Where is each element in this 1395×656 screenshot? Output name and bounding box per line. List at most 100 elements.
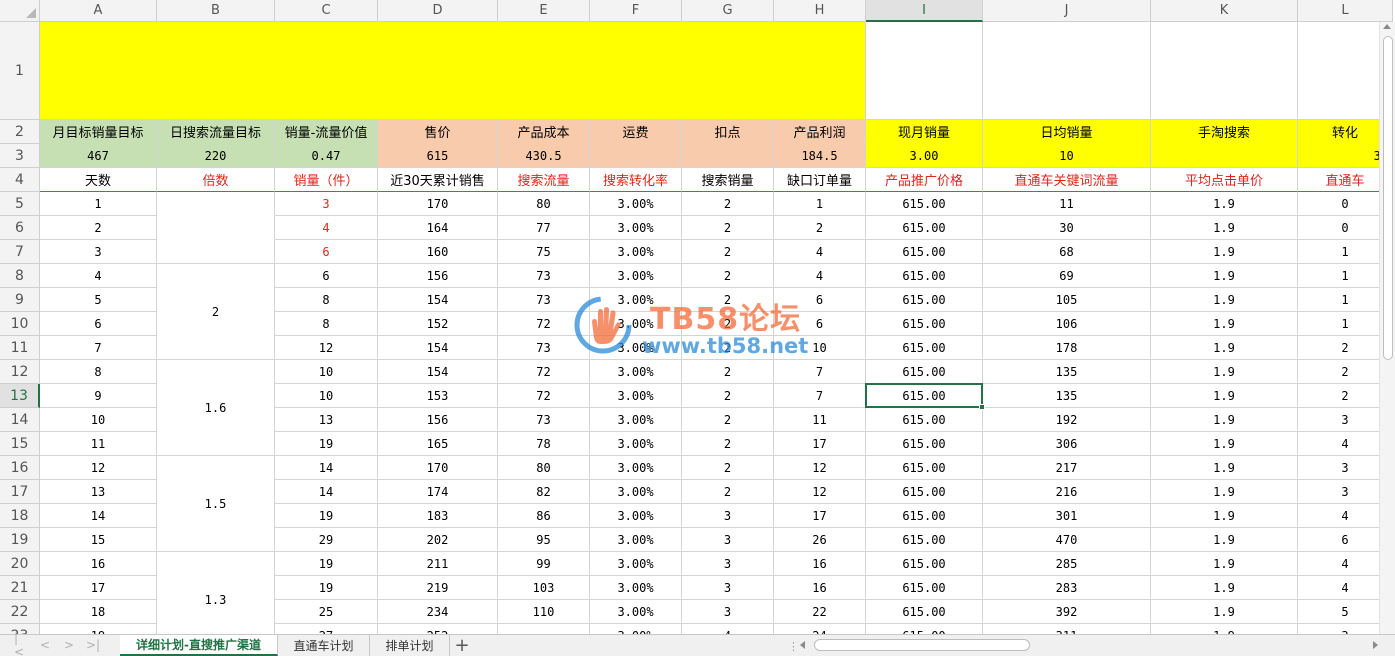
cell-g16[interactable]: 2 bbox=[682, 456, 774, 480]
cell-g23[interactable]: 4 bbox=[682, 624, 774, 634]
cell-h20[interactable]: 16 bbox=[774, 552, 866, 576]
row-header-20[interactable]: 20 bbox=[0, 552, 40, 576]
cell-e6[interactable]: 77 bbox=[498, 216, 590, 240]
cell-g10[interactable]: 2 bbox=[682, 312, 774, 336]
header-label-a2[interactable]: 月目标销量目标 bbox=[40, 120, 157, 144]
cell-f8[interactable]: 3.00% bbox=[590, 264, 682, 288]
cell-e5[interactable]: 80 bbox=[498, 192, 590, 216]
cell-c7[interactable]: 6 bbox=[275, 240, 378, 264]
cell-c17[interactable]: 14 bbox=[275, 480, 378, 504]
cell-c6[interactable]: 4 bbox=[275, 216, 378, 240]
header-value-i3[interactable]: 3.00 bbox=[866, 144, 983, 168]
cell-d10[interactable]: 152 bbox=[378, 312, 498, 336]
row-header-4[interactable]: 4 bbox=[0, 168, 40, 192]
cell-e18[interactable]: 86 bbox=[498, 504, 590, 528]
cell-k14[interactable]: 1.9 bbox=[1151, 408, 1298, 432]
cell-e9[interactable]: 73 bbox=[498, 288, 590, 312]
column-title-g[interactable]: 搜索销量 bbox=[682, 168, 774, 192]
cell-a13[interactable]: 9 bbox=[40, 384, 157, 408]
cell-e10[interactable]: 72 bbox=[498, 312, 590, 336]
cell-f16[interactable]: 3.00% bbox=[590, 456, 682, 480]
cell-h8[interactable]: 4 bbox=[774, 264, 866, 288]
row-header-15[interactable]: 15 bbox=[0, 432, 40, 456]
cell-d23[interactable]: 252 bbox=[378, 624, 498, 634]
cell-j11[interactable]: 178 bbox=[983, 336, 1151, 360]
row-header-22[interactable]: 22 bbox=[0, 600, 40, 624]
scroll-right-icon[interactable] bbox=[1373, 641, 1378, 649]
column-header-i[interactable]: I bbox=[866, 0, 983, 22]
cell-e11[interactable]: 73 bbox=[498, 336, 590, 360]
cell-a10[interactable]: 6 bbox=[40, 312, 157, 336]
cell-g15[interactable]: 2 bbox=[682, 432, 774, 456]
cell-j15[interactable]: 306 bbox=[983, 432, 1151, 456]
cell-c5[interactable]: 3 bbox=[275, 192, 378, 216]
cell-a9[interactable]: 5 bbox=[40, 288, 157, 312]
row-header-3[interactable]: 3 bbox=[0, 144, 40, 168]
add-sheet-button[interactable]: + bbox=[450, 635, 474, 656]
row-header-17[interactable]: 17 bbox=[0, 480, 40, 504]
cell-g20[interactable]: 3 bbox=[682, 552, 774, 576]
header-label-d2[interactable]: 售价 bbox=[378, 120, 498, 144]
scroll-left-icon[interactable] bbox=[800, 641, 805, 649]
cell-i9[interactable]: 615.00 bbox=[866, 288, 983, 312]
cell-e8[interactable]: 73 bbox=[498, 264, 590, 288]
row-header-21[interactable]: 21 bbox=[0, 576, 40, 600]
banner-cell-a1[interactable] bbox=[40, 22, 866, 120]
column-header-k[interactable]: K bbox=[1151, 0, 1298, 22]
cell-f12[interactable]: 3.00% bbox=[590, 360, 682, 384]
cell-h14[interactable]: 11 bbox=[774, 408, 866, 432]
cell-a8[interactable]: 4 bbox=[40, 264, 157, 288]
cell-g7[interactable]: 2 bbox=[682, 240, 774, 264]
cell-i22[interactable]: 615.00 bbox=[866, 600, 983, 624]
cell-k20[interactable]: 1.9 bbox=[1151, 552, 1298, 576]
cell-j12[interactable]: 135 bbox=[983, 360, 1151, 384]
header-label-k2[interactable]: 手淘搜索 bbox=[1151, 120, 1298, 144]
cell-h11[interactable]: 10 bbox=[774, 336, 866, 360]
cell-k16[interactable]: 1.9 bbox=[1151, 456, 1298, 480]
header-value-k3[interactable] bbox=[1151, 144, 1298, 168]
row-header-13[interactable]: 13 bbox=[0, 384, 40, 408]
cell-d9[interactable]: 154 bbox=[378, 288, 498, 312]
cell-d15[interactable]: 165 bbox=[378, 432, 498, 456]
column-header-b[interactable]: B bbox=[157, 0, 275, 22]
cell-k9[interactable]: 1.9 bbox=[1151, 288, 1298, 312]
cell-j19[interactable]: 470 bbox=[983, 528, 1151, 552]
header-value-j3[interactable]: 10 bbox=[983, 144, 1151, 168]
cell-b5[interactable] bbox=[157, 192, 275, 216]
cell-j16[interactable]: 217 bbox=[983, 456, 1151, 480]
cell-i12[interactable]: 615.00 bbox=[866, 360, 983, 384]
cell-j7[interactable]: 68 bbox=[983, 240, 1151, 264]
cell-a7[interactable]: 3 bbox=[40, 240, 157, 264]
cell-c11[interactable]: 12 bbox=[275, 336, 378, 360]
header-label-c2[interactable]: 销量-流量价值 bbox=[275, 120, 378, 144]
row-header-19[interactable]: 19 bbox=[0, 528, 40, 552]
tab-through-train-plan[interactable]: 直通车计划 bbox=[278, 635, 370, 656]
cell-j14[interactable]: 192 bbox=[983, 408, 1151, 432]
cell-a6[interactable]: 2 bbox=[40, 216, 157, 240]
cell-f10[interactable]: 3.00% bbox=[590, 312, 682, 336]
cell-f7[interactable]: 3.00% bbox=[590, 240, 682, 264]
multiplier-cell[interactable]: 1.6 bbox=[157, 360, 275, 456]
cell-h12[interactable]: 7 bbox=[774, 360, 866, 384]
row-header-10[interactable]: 10 bbox=[0, 312, 40, 336]
cell-i5[interactable]: 615.00 bbox=[866, 192, 983, 216]
horizontal-scroll-thumb[interactable] bbox=[814, 639, 1030, 651]
cell-c14[interactable]: 13 bbox=[275, 408, 378, 432]
row-header-6[interactable]: 6 bbox=[0, 216, 40, 240]
cell-g9[interactable]: 2 bbox=[682, 288, 774, 312]
cell-j8[interactable]: 69 bbox=[983, 264, 1151, 288]
cell-g13[interactable]: 2 bbox=[682, 384, 774, 408]
vertical-scroll-thumb[interactable] bbox=[1383, 36, 1393, 360]
header-label-h2[interactable]: 产品利润 bbox=[774, 120, 866, 144]
column-title-e[interactable]: 搜索流量 bbox=[498, 168, 590, 192]
column-header-j[interactable]: J bbox=[983, 0, 1151, 22]
header-value-c3[interactable]: 0.47 bbox=[275, 144, 378, 168]
header-value-e3[interactable]: 430.5 bbox=[498, 144, 590, 168]
cell-h18[interactable]: 17 bbox=[774, 504, 866, 528]
cell-a21[interactable]: 17 bbox=[40, 576, 157, 600]
cell-j6[interactable]: 30 bbox=[983, 216, 1151, 240]
cell-h13[interactable]: 7 bbox=[774, 384, 866, 408]
tab-schedule-plan[interactable]: 排单计划 bbox=[370, 635, 450, 656]
header-value-h3[interactable]: 184.5 bbox=[774, 144, 866, 168]
cell-a23[interactable]: 19 bbox=[40, 624, 157, 634]
